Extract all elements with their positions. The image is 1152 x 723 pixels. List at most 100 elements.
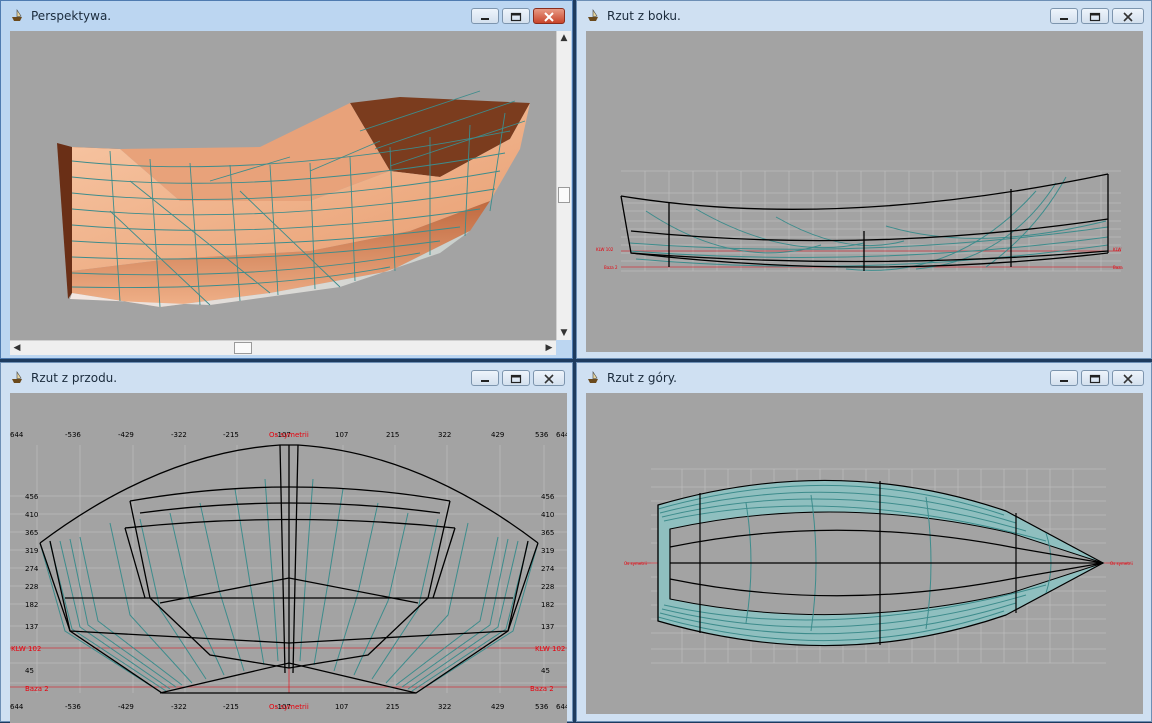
perspective-canvas[interactable] xyxy=(10,31,556,340)
close-button[interactable] xyxy=(533,8,565,24)
tick-label: 107 xyxy=(335,703,348,711)
tick-label: 365 xyxy=(25,529,38,537)
tick-label: 107 xyxy=(335,431,348,439)
minimize-button[interactable] xyxy=(471,8,499,24)
scroll-up-arrow[interactable]: ▲ xyxy=(557,31,571,45)
maximize-icon xyxy=(1089,374,1101,384)
window-top-view[interactable]: Rzut z góry. Os symetrii Os symetrii xyxy=(576,362,1152,722)
minimize-button[interactable] xyxy=(471,370,499,386)
svg-text:KLW 102: KLW 102 xyxy=(596,247,614,252)
tick-label: -536 xyxy=(65,431,81,439)
vertical-scrollbar[interactable]: ▲ ▼ xyxy=(556,31,571,340)
tick-label: 137 xyxy=(541,623,554,631)
tick-label: 410 xyxy=(25,511,38,519)
front-view-drawing: 644 -536 -429 -322 -215 -107 Os symetrii… xyxy=(10,431,567,711)
tick-label: 644 xyxy=(10,703,24,711)
tick-label: 319 xyxy=(541,547,554,555)
boat-app-icon xyxy=(588,371,598,383)
front-view-canvas[interactable]: 644 -536 -429 -322 -215 -107 Os symetrii… xyxy=(10,393,567,723)
close-button[interactable] xyxy=(533,370,565,386)
tick-label: 644 xyxy=(10,431,24,439)
tick-label: 456 xyxy=(25,493,39,501)
side-view-canvas[interactable]: KLW 102 Baza 2 KLW Baza xyxy=(586,31,1143,352)
close-icon xyxy=(544,12,554,22)
tick-label: 536 xyxy=(535,431,549,439)
side-view-drawing: KLW 102 Baza 2 KLW Baza xyxy=(596,170,1123,272)
window-perspective[interactable]: Perspektywa. ▲ ▼ ◀ ▶ xyxy=(0,0,573,359)
scroll-left-arrow[interactable]: ◀ xyxy=(10,341,24,355)
tick-label: 137 xyxy=(25,623,38,631)
window-title: Rzut z góry. xyxy=(607,371,677,385)
tick-label: -429 xyxy=(118,431,134,439)
svg-text:Baza: Baza xyxy=(1113,265,1123,270)
maximize-icon xyxy=(510,12,522,22)
close-icon xyxy=(544,374,554,384)
window-front-view[interactable]: Rzut z przodu. 644 -536 -429 -322 -215 -… xyxy=(0,362,573,723)
scroll-right-arrow[interactable]: ▶ xyxy=(542,341,556,355)
close-button[interactable] xyxy=(1112,370,1144,386)
window-title: Perspektywa. xyxy=(31,9,112,23)
boat-app-icon xyxy=(588,9,598,21)
scroll-down-arrow[interactable]: ▼ xyxy=(557,326,571,340)
scroll-thumb[interactable] xyxy=(558,187,570,203)
tick-label: 644 xyxy=(556,703,567,711)
axis-label-symmetry: Os symetrii xyxy=(269,703,309,711)
tick-label: 365 xyxy=(541,529,554,537)
svg-text:Os symetrii: Os symetrii xyxy=(624,561,647,566)
boat-app-icon xyxy=(12,9,22,21)
top-view-drawing: Os symetrii Os symetrii xyxy=(624,468,1133,664)
top-view-canvas[interactable]: Os symetrii Os symetrii xyxy=(586,393,1143,714)
minimize-button[interactable] xyxy=(1050,370,1078,386)
tick-label: 322 xyxy=(438,703,451,711)
tick-label: 215 xyxy=(386,703,399,711)
maximize-button[interactable] xyxy=(1081,8,1109,24)
baseline-label: Baza 2 xyxy=(530,685,554,693)
waterline-label: KLW 102 xyxy=(535,645,565,653)
tick-label: -429 xyxy=(118,703,134,711)
close-icon xyxy=(1123,374,1133,384)
tick-label: 456 xyxy=(541,493,555,501)
tick-label: -215 xyxy=(223,703,239,711)
svg-text:KLW: KLW xyxy=(1113,247,1121,252)
waterline-label: KLW 102 xyxy=(11,645,41,653)
svg-text:Baza 2: Baza 2 xyxy=(604,265,618,270)
tick-label: 45 xyxy=(541,667,550,675)
titlebar[interactable]: Perspektywa. xyxy=(1,1,572,31)
tick-label: -215 xyxy=(223,431,239,439)
tick-label: 319 xyxy=(25,547,38,555)
tick-label: 228 xyxy=(541,583,554,591)
tick-label: -536 xyxy=(65,703,81,711)
minimize-icon xyxy=(481,380,489,382)
axis-label-symmetry: Os symetrii xyxy=(269,431,309,439)
maximize-icon xyxy=(1089,12,1101,22)
tick-label: 228 xyxy=(25,583,38,591)
minimize-icon xyxy=(1060,18,1068,20)
svg-text:Os symetrii: Os symetrii xyxy=(1110,561,1133,566)
maximize-button[interactable] xyxy=(502,8,530,24)
titlebar[interactable]: Rzut z boku. xyxy=(577,1,1151,31)
boat-app-icon xyxy=(12,371,22,383)
perspective-hull-render xyxy=(57,90,530,308)
baseline-label: Baza 2 xyxy=(25,685,49,693)
scroll-thumb-horizontal[interactable] xyxy=(234,342,252,354)
tick-label: 182 xyxy=(541,601,554,609)
tick-label: 322 xyxy=(438,431,451,439)
horizontal-scrollbar[interactable]: ◀ ▶ xyxy=(10,340,556,355)
minimize-icon xyxy=(481,18,489,20)
window-title: Rzut z boku. xyxy=(607,9,681,23)
minimize-icon xyxy=(1060,380,1068,382)
top-axis-ticks: 644 -536 -429 -322 -215 -107 Os symetrii… xyxy=(10,431,567,439)
tick-label: -322 xyxy=(171,703,187,711)
titlebar[interactable]: Rzut z góry. xyxy=(577,363,1151,393)
maximize-icon xyxy=(510,374,522,384)
maximize-button[interactable] xyxy=(1081,370,1109,386)
close-icon xyxy=(1123,12,1133,22)
titlebar[interactable]: Rzut z przodu. xyxy=(1,363,572,393)
tick-label: 536 xyxy=(535,703,549,711)
tick-label: 429 xyxy=(491,703,504,711)
maximize-button[interactable] xyxy=(502,370,530,386)
window-side-view[interactable]: Rzut z boku. KLW 102 Baza 2 KLW Baza xyxy=(576,0,1152,359)
minimize-button[interactable] xyxy=(1050,8,1078,24)
tick-label: 644 xyxy=(556,431,567,439)
close-button[interactable] xyxy=(1112,8,1144,24)
